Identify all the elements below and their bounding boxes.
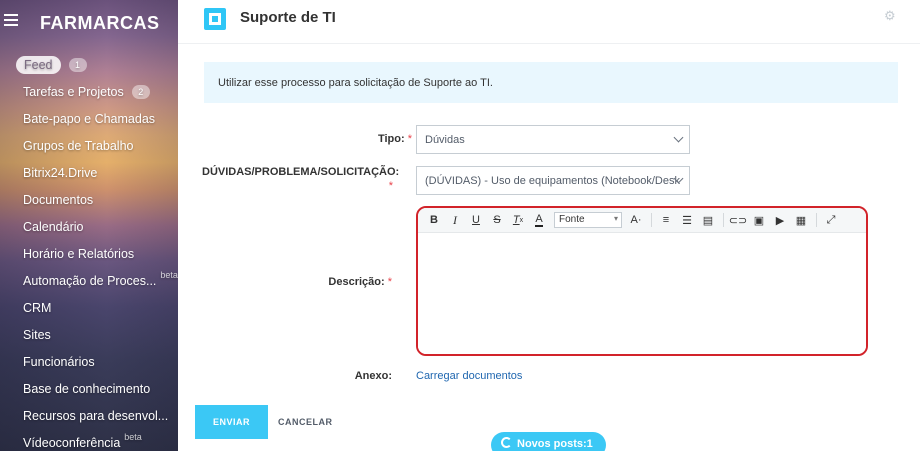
sidebar-item-crm[interactable]: CRM <box>0 294 178 321</box>
bold-icon[interactable]: B <box>424 211 444 229</box>
sidebar-item-developer-resources[interactable]: Recursos para desenvol... <box>0 402 178 429</box>
sidebar-item-label: CRM <box>23 300 52 315</box>
page-header: Suporte de TI ⚙ <box>178 0 920 44</box>
sidebar-item-label: Recursos para desenvol... <box>23 408 169 423</box>
font-family-select[interactable]: Fonte <box>554 212 622 228</box>
sidebar-item-tasks[interactable]: Tarefas e Projetos 2 <box>0 78 178 105</box>
anexo-label: Anexo: <box>354 370 392 382</box>
info-banner: Utilizar esse processo para solicitação … <box>204 62 898 103</box>
chevron-down-icon <box>674 175 683 184</box>
sidebar-item-chat[interactable]: Bate-papo e Chamadas <box>0 105 178 132</box>
sidebar-item-label: Documentos <box>23 192 94 207</box>
sidebar-item-label: Funcionários <box>23 354 95 369</box>
ordered-list-icon[interactable]: ≡ <box>656 211 676 229</box>
tipo-select[interactable]: Dúvidas <box>416 125 690 154</box>
sidebar: FARMARCAS Feed 1 Tarefas e Projetos 2 Bate… <box>0 0 178 451</box>
sidebar-item-label: Base de conhecimento <box>23 381 151 396</box>
unordered-list-icon[interactable]: ☰ <box>677 211 697 229</box>
sidebar-item-knowledge-base[interactable]: Base de conhecimento <box>0 375 178 402</box>
toolbar-divider <box>723 213 724 227</box>
font-color-icon[interactable]: A <box>529 211 549 229</box>
main-panel: Suporte de TI ⚙ Utilizar esse processo p… <box>178 0 920 451</box>
sidebar-item-automation[interactable]: Automação de Proces... beta <box>0 267 178 294</box>
gear-icon[interactable]: ⚙ <box>884 9 896 22</box>
sidebar-item-sites[interactable]: Sites <box>0 321 178 348</box>
description-textarea[interactable] <box>418 233 866 354</box>
new-posts-notification[interactable]: Novos posts:1 <box>491 432 606 451</box>
sidebar-item-videoconference[interactable]: Vídeoconferência beta <box>0 429 178 451</box>
refresh-icon <box>501 437 512 448</box>
clear-format-icon[interactable]: Tx <box>508 211 528 229</box>
description-editor: B I U S Tx A Fonte A· ≡ ☰ ▤ ⊂⊃ ▣ ▶ ▦ ⤢ <box>416 206 868 356</box>
fullscreen-icon[interactable]: ⤢ <box>821 211 841 229</box>
send-button[interactable]: ENVIAR <box>195 405 268 439</box>
video-icon[interactable]: ▶ <box>770 211 790 229</box>
align-icon[interactable]: ▤ <box>698 211 718 229</box>
counter-badge: 1 <box>68 57 87 72</box>
sidebar-item-label: Vídeoconferência <box>23 435 121 450</box>
toolbar-divider <box>651 213 652 227</box>
beta-badge: beta <box>160 269 178 280</box>
sidebar-item-drive[interactable]: Bitrix24.Drive <box>0 159 178 186</box>
hamburger-menu-icon[interactable] <box>4 14 18 28</box>
sidebar-item-label: Bate-papo e Chamadas <box>23 111 156 126</box>
chevron-down-icon <box>674 134 683 143</box>
sidebar-item-documents[interactable]: Documentos <box>0 186 178 213</box>
sidebar-item-label: Bitrix24.Drive <box>23 165 98 180</box>
descricao-label: Descrição: * <box>328 276 392 288</box>
sidebar-item-label: Horário e Relatórios <box>23 246 135 261</box>
duvidas-select[interactable]: (DÚVIDAS) - Uso de equipamentos (Noteboo… <box>416 166 690 195</box>
company-logo[interactable]: FARMARCAS <box>40 13 160 34</box>
duvidas-required: * <box>388 180 393 192</box>
table-icon[interactable]: ▦ <box>791 211 811 229</box>
counter-badge: 2 <box>131 84 150 99</box>
sidebar-item-groups[interactable]: Grupos de Trabalho <box>0 132 178 159</box>
link-icon[interactable]: ⊂⊃ <box>728 211 748 229</box>
sidebar-item-label: Calendário <box>23 219 84 234</box>
sidebar-item-feed[interactable]: Feed 1 <box>0 51 178 78</box>
font-size-icon[interactable]: A· <box>626 211 646 229</box>
sidebar-item-label: Feed <box>16 55 61 74</box>
app-square-icon <box>204 8 226 30</box>
upload-documents-link[interactable]: Carregar documentos <box>416 370 522 382</box>
underline-icon[interactable]: U <box>466 211 486 229</box>
tipo-label: Tipo: * <box>377 133 412 145</box>
cancel-button[interactable]: CANCELAR <box>278 405 333 439</box>
sidebar-header: FARMARCAS <box>0 12 178 36</box>
toolbar-divider <box>816 213 817 227</box>
strikethrough-icon[interactable]: S <box>487 211 507 229</box>
sidebar-item-timeman[interactable]: Horário e Relatórios <box>0 240 178 267</box>
sidebar-item-label: Automação de Proces... <box>23 273 157 288</box>
sidebar-item-label: Grupos de Trabalho <box>23 138 134 153</box>
italic-icon[interactable]: I <box>445 211 465 229</box>
page-title: Suporte de TI <box>240 9 336 26</box>
image-icon[interactable]: ▣ <box>749 211 769 229</box>
editor-toolbar: B I U S Tx A Fonte A· ≡ ☰ ▤ ⊂⊃ ▣ ▶ ▦ ⤢ <box>418 208 866 233</box>
sidebar-item-employees[interactable]: Funcionários <box>0 348 178 375</box>
beta-badge: beta <box>124 431 142 442</box>
sidebar-item-label: Tarefas e Projetos <box>23 84 124 99</box>
sidebar-item-calendar[interactable]: Calendário <box>0 213 178 240</box>
duvidas-value: (DÚVIDAS) - Uso de equipamentos (Noteboo… <box>425 175 680 187</box>
new-posts-label: Novos posts:1 <box>517 438 593 450</box>
sidebar-menu: Feed 1 Tarefas e Projetos 2 Bate-papo e Ch… <box>0 51 178 451</box>
sidebar-item-label: Sites <box>23 327 51 342</box>
tipo-value: Dúvidas <box>425 134 465 146</box>
duvidas-label: DÚVIDAS/PROBLEMA/SOLICITAÇÃO: <box>202 166 400 178</box>
